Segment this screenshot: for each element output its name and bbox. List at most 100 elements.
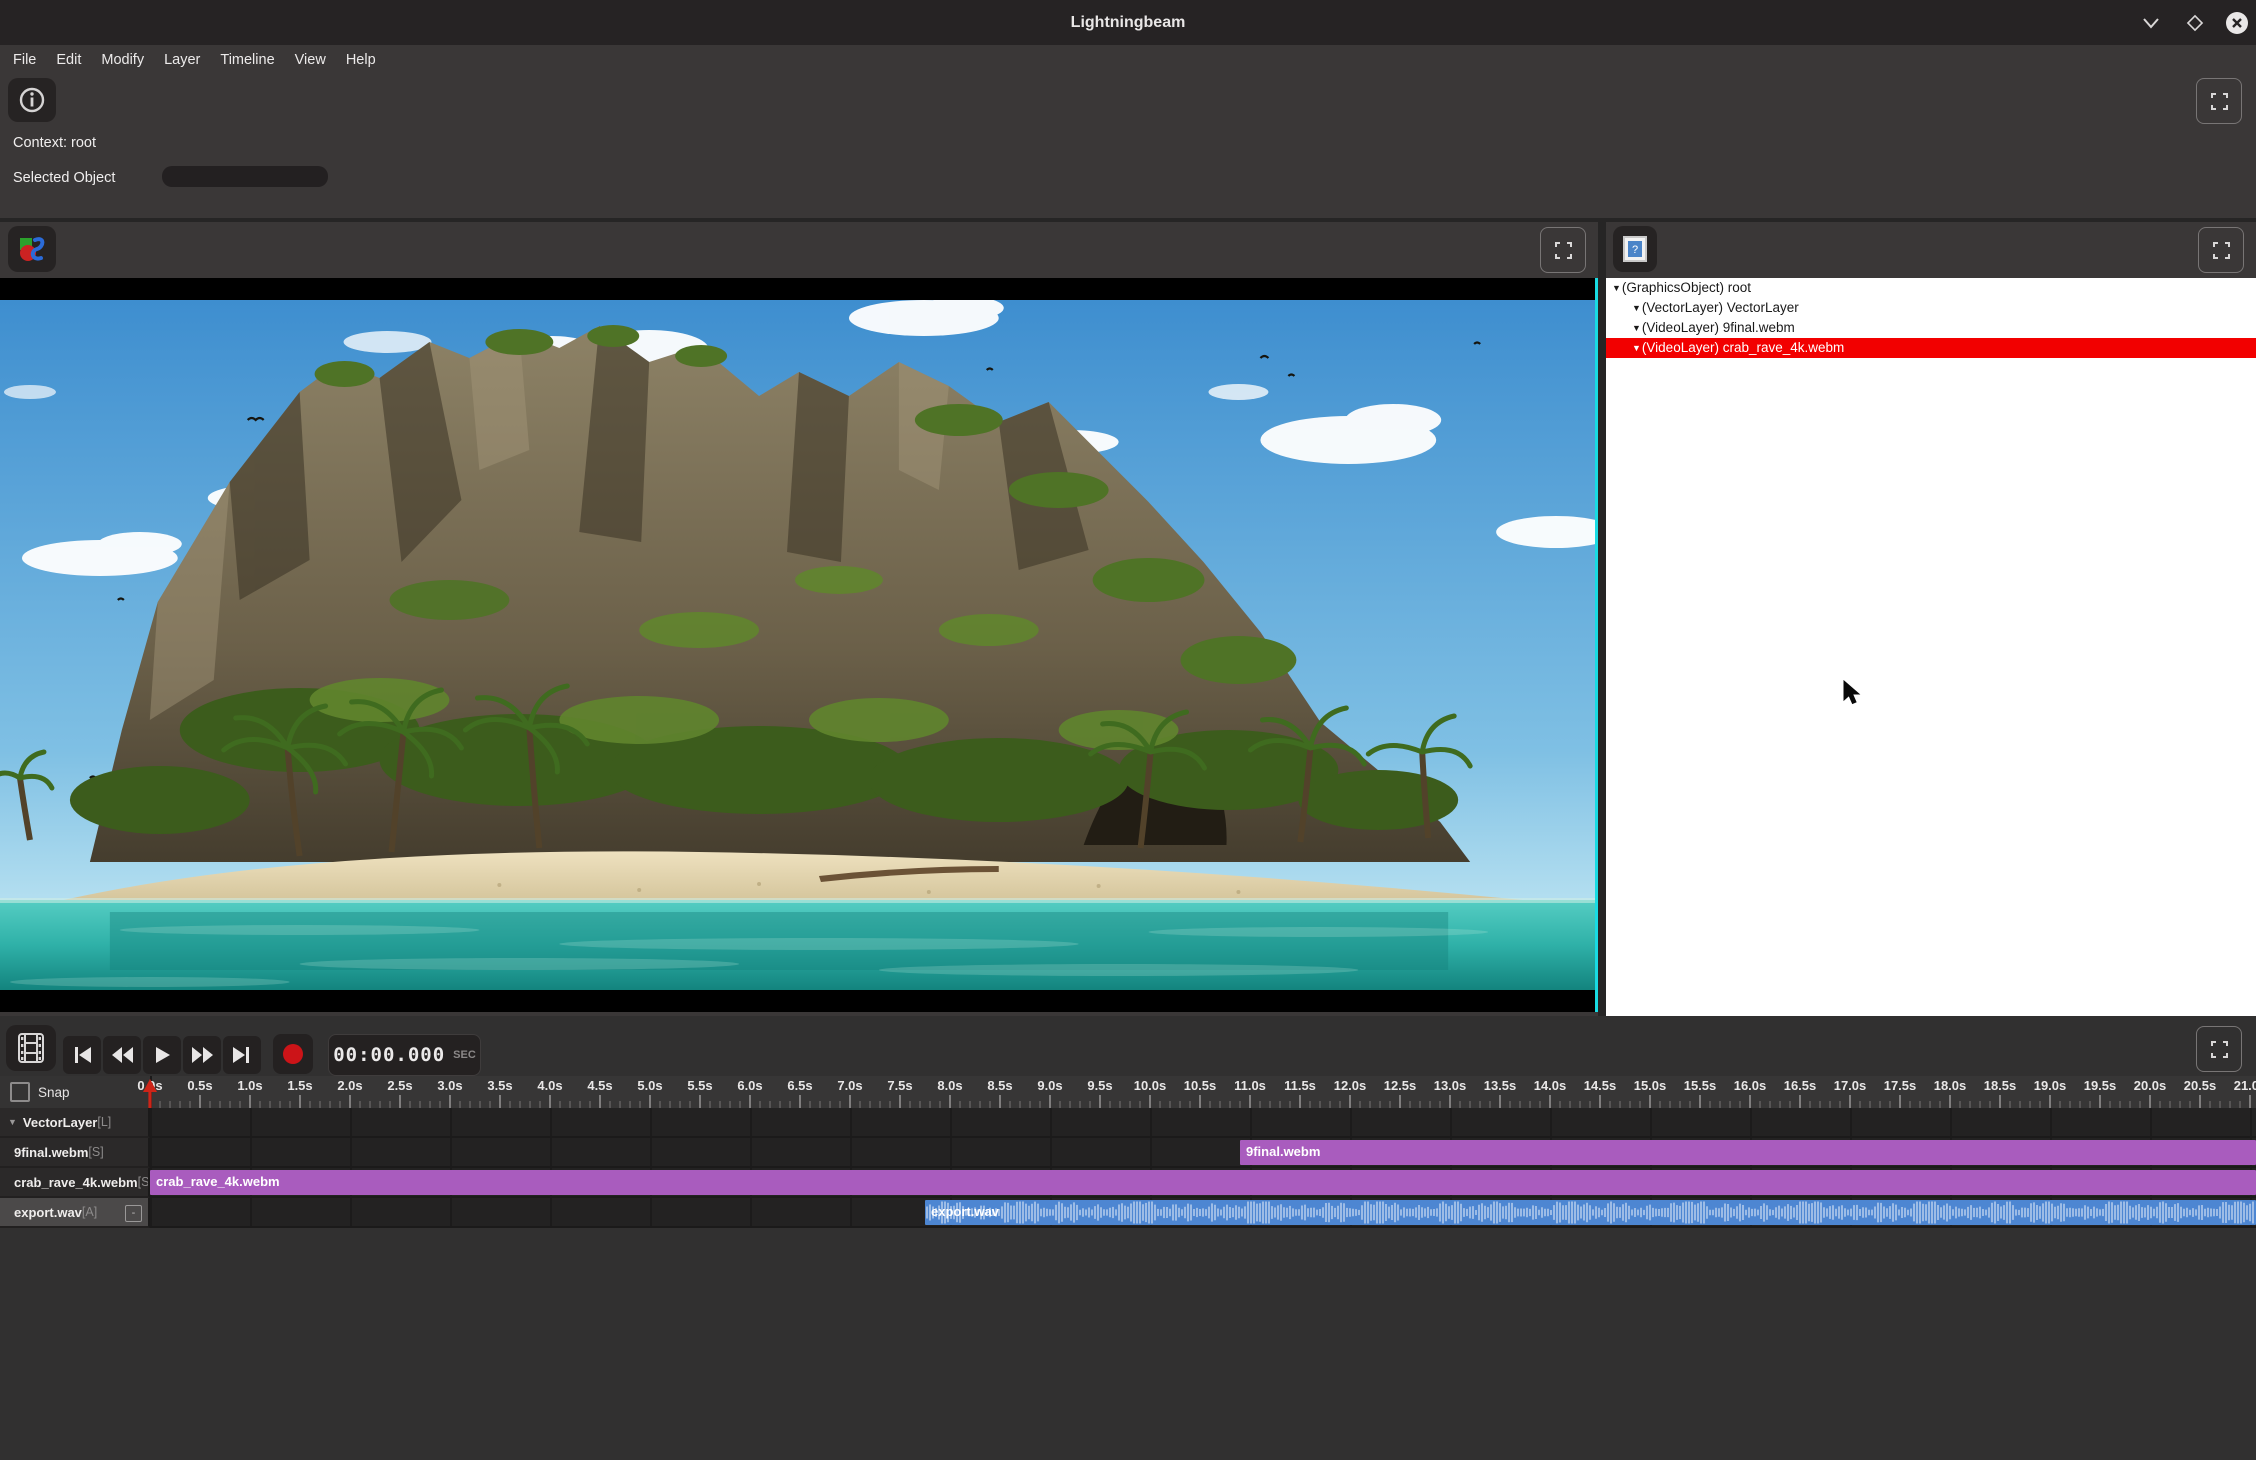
properties-expand-button[interactable] — [2196, 78, 2242, 124]
clip-crab_rave_4k.webm[interactable]: crab_rave_4k.webm — [150, 1170, 2256, 1195]
tree-caret-icon: ▼ — [1632, 303, 1641, 313]
menu-edit[interactable]: Edit — [55, 50, 82, 70]
ruler-tick-label: 4.0s — [537, 1078, 562, 1093]
tree-item-3[interactable]: ▼(VideoLayer) crab_rave_4k.webm — [1606, 338, 2256, 358]
ruler-tick-label: 17.5s — [1884, 1078, 1917, 1093]
track-label-9final.webm[interactable]: 9final.webm[S] — [0, 1138, 150, 1168]
ruler-tick-label: 0.5s — [187, 1078, 212, 1093]
tree-item-0[interactable]: ▼(GraphicsObject) root — [1606, 278, 2256, 298]
ruler-tick-label: 4.5s — [587, 1078, 612, 1093]
tree-item-label: (VectorLayer) VectorLayer — [1642, 300, 1799, 315]
track-label-VectorLayer[interactable]: ▼VectorLayer[L] — [0, 1108, 150, 1138]
ruler-tick-label: 10.5s — [1184, 1078, 1217, 1093]
track-name: VectorLayer — [23, 1115, 97, 1130]
svg-text:?: ? — [1632, 244, 1638, 256]
tree-item-label: (VideoLayer) 9final.webm — [1642, 320, 1795, 335]
time-display: 00:00.000 SEC — [328, 1034, 481, 1076]
menu-view[interactable]: View — [294, 50, 327, 70]
clip-9final.webm[interactable]: 9final.webm — [1240, 1140, 2256, 1165]
ruler-tick-label: 13.5s — [1484, 1078, 1517, 1093]
rewind-button[interactable] — [103, 1036, 141, 1074]
fast-forward-icon — [188, 1043, 216, 1067]
ruler-tick-label: 13.0s — [1434, 1078, 1467, 1093]
track-type-suffix: [S] — [88, 1145, 103, 1159]
track-label-crab_rave_4k.webm[interactable]: crab_rave_4k.webm[S] — [0, 1168, 150, 1198]
menu-help[interactable]: Help — [345, 50, 377, 70]
image-placeholder-icon: ? — [1622, 234, 1648, 264]
ruler-tick-label: 6.0s — [737, 1078, 762, 1093]
track-lane-9final.webm[interactable]: 9final.webm — [150, 1138, 2256, 1168]
tree-header: ? — [1606, 222, 2256, 278]
skip-end-icon — [228, 1043, 256, 1067]
ruler-tick-label: 9.0s — [1037, 1078, 1062, 1093]
canvas-expand-button[interactable] — [1540, 227, 1586, 273]
ruler-tick-label: 3.5s — [487, 1078, 512, 1093]
timeline-expand-button[interactable] — [2196, 1026, 2242, 1072]
clip-label: export.wav — [931, 1204, 999, 1219]
track-lane-crab_rave_4k.webm[interactable]: crab_rave_4k.webm — [150, 1168, 2256, 1198]
menu-layer[interactable]: Layer — [163, 50, 201, 70]
clip-label: crab_rave_4k.webm — [156, 1174, 280, 1189]
scene-tree: ▼(GraphicsObject) root▼(VectorLayer) Vec… — [1606, 278, 2256, 1016]
titlebar: Lightningbeam — [0, 0, 2256, 45]
play-button[interactable] — [143, 1036, 181, 1074]
shapes-tool-button[interactable] — [8, 226, 56, 272]
track-name: export.wav — [14, 1205, 82, 1220]
ruler-tick-label: 1.0s — [237, 1078, 262, 1093]
track-type-suffix: [A] — [82, 1205, 97, 1219]
minimize-button[interactable] — [2136, 8, 2166, 38]
snap-checkbox[interactable] — [10, 1082, 30, 1102]
info-icon — [18, 86, 46, 114]
library-image-button[interactable]: ? — [1613, 226, 1657, 272]
selected-object-input[interactable] — [162, 166, 328, 187]
ruler-tick-label: 18.5s — [1984, 1078, 2017, 1093]
ruler-tick-label: 15.5s — [1684, 1078, 1717, 1093]
panel-gap — [1598, 222, 1606, 1016]
transport-controls — [63, 1036, 261, 1074]
ruler-tick-label: 7.5s — [887, 1078, 912, 1093]
ruler-tick-label: 5.5s — [687, 1078, 712, 1093]
skip-end-button[interactable] — [223, 1036, 261, 1074]
ruler-tick-label: 11.5s — [1284, 1078, 1316, 1093]
track-remove-button[interactable]: - — [125, 1205, 142, 1222]
tree-item-1[interactable]: ▼(VectorLayer) VectorLayer — [1606, 298, 2256, 318]
top-panel: File Edit Modify Layer Timeline View Help Cont… — [0, 45, 2256, 218]
fast-forward-button[interactable] — [183, 1036, 221, 1074]
stage-viewport[interactable] — [0, 278, 1598, 1012]
skip-start-icon — [68, 1043, 96, 1067]
tree-item-label: (GraphicsObject) root — [1622, 280, 1751, 295]
clip-export.wav[interactable]: export.wav — [925, 1200, 2256, 1225]
film-strip-icon — [17, 1032, 45, 1064]
ruler-tick-label: 19.5s — [2084, 1078, 2117, 1093]
window-title: Lightningbeam — [0, 0, 2256, 45]
track-collapse-icon[interactable]: ▼ — [8, 1117, 17, 1127]
timeline-ruler-row: Snap 0.0s0.5s1.0s1.5s2.0s2.5s3.0s3.5s4.0… — [0, 1076, 2256, 1108]
track-lane-VectorLayer[interactable] — [150, 1108, 2256, 1138]
menu-file[interactable]: File — [12, 50, 37, 70]
track-lane-export.wav[interactable]: export.wav — [150, 1198, 2256, 1228]
ruler-tick-label: 1.5s — [287, 1078, 312, 1093]
expand-icon — [2211, 1041, 2228, 1058]
playhead[interactable] — [141, 1079, 159, 1113]
timeline-ruler[interactable]: 0.0s0.5s1.0s1.5s2.0s2.5s3.0s3.5s4.0s4.5s… — [150, 1076, 2256, 1108]
rewind-icon — [108, 1043, 136, 1067]
ruler-tick-label: 17.0s — [1834, 1078, 1867, 1093]
info-button[interactable] — [8, 78, 56, 122]
ruler-tick-label: 3.0s — [437, 1078, 462, 1093]
close-button[interactable] — [2222, 8, 2252, 38]
ruler-tick-label: 5.0s — [637, 1078, 662, 1093]
menu-modify[interactable]: Modify — [100, 50, 145, 70]
timeline-panel-button[interactable] — [6, 1025, 56, 1071]
maximize-button[interactable] — [2180, 8, 2210, 38]
menu-timeline[interactable]: Timeline — [219, 50, 275, 70]
scene-tree-panel: ? ▼(GraphicsObject) root▼(VectorLayer) V… — [1606, 222, 2256, 1016]
record-button[interactable] — [273, 1034, 313, 1074]
tree-item-2[interactable]: ▼(VideoLayer) 9final.webm — [1606, 318, 2256, 338]
tree-expand-button[interactable] — [2198, 227, 2244, 273]
ruler-tick-label: 14.5s — [1584, 1078, 1617, 1093]
ruler-tick-label: 8.5s — [987, 1078, 1012, 1093]
skip-start-button[interactable] — [63, 1036, 101, 1074]
context-label: Context: root — [13, 135, 96, 151]
tree-caret-icon: ▼ — [1632, 323, 1641, 333]
track-label-export.wav[interactable]: export.wav[A] - — [0, 1198, 150, 1228]
